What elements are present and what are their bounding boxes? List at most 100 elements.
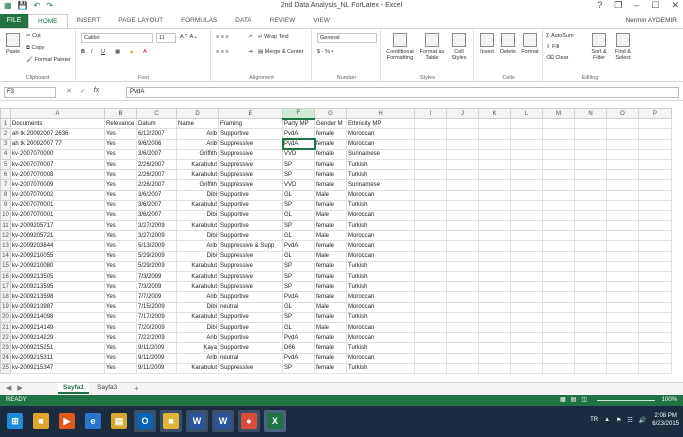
font-grow-icon[interactable]: A⌃ A⌄ [180,34,198,40]
cell-m11[interactable] [542,220,575,232]
tab-view[interactable]: VIEW [304,14,339,28]
cell-f18[interactable]: PvdA [282,291,315,303]
cell-j8[interactable] [446,189,479,201]
cell-e25[interactable]: Suppressive [218,362,283,374]
column-header-a[interactable]: A [10,108,105,120]
cell-m15[interactable] [542,260,575,273]
paste-button[interactable]: Paste [3,33,23,55]
cell-c22[interactable]: 7/22/2009 [136,332,177,344]
cell-p8[interactable] [638,189,672,201]
cell-n18[interactable] [574,291,607,303]
cell-d18[interactable]: Arib [176,291,219,303]
cell-c18[interactable]: 7/7/2009 [136,291,177,303]
cell-m4[interactable] [542,148,575,160]
cell-i11[interactable] [414,220,447,232]
cell-f15[interactable]: SP [282,260,315,273]
cell-j12[interactable] [446,230,479,242]
cell-e10[interactable]: Supportive [218,209,283,222]
cell-j10[interactable] [446,209,479,222]
cell-i19[interactable] [414,301,447,313]
page-layout-view-icon[interactable]: ▤ [571,395,577,406]
row-header[interactable]: 5 [0,158,11,171]
cell-j7[interactable] [446,179,479,191]
tab-review[interactable]: REVIEW [261,14,305,28]
cell-c25[interactable]: 9/11/2009 [136,362,177,374]
cell-g8[interactable]: Male [314,189,347,201]
cell-o10[interactable] [606,209,639,222]
cell-f12[interactable]: GL [282,230,315,242]
cell-k6[interactable] [478,169,511,181]
cell-g5[interactable]: female [314,158,347,171]
cell-m19[interactable] [542,301,575,313]
cell-p12[interactable] [638,230,672,242]
spreadsheet-grid[interactable]: ABCDEFGHIJKLMNOP 1 Documents Relevance Datu… [0,108,683,380]
column-header-c[interactable]: C [136,108,177,120]
cell-n23[interactable] [574,342,607,354]
format-painter-button[interactable]: 🖌 Format Painter [26,57,71,63]
cell-f11[interactable]: SP [282,220,315,232]
cell-o23[interactable] [606,342,639,354]
flag-icon[interactable]: ⚑ [616,417,621,424]
cell-k1[interactable] [478,118,511,130]
cell-a23[interactable]: kv-2009215251 [10,342,105,354]
cell-l1[interactable] [510,118,543,130]
clock[interactable]: 2:08 PM 6/23/2015 [652,412,679,428]
cell-a13[interactable]: kv-2009203844 [10,240,105,252]
cell-b9[interactable]: Yes [104,199,137,211]
cell-f21[interactable]: GL [282,321,315,334]
cell-l3[interactable] [510,138,543,150]
cell-m24[interactable] [542,352,575,364]
cell-c15[interactable]: 5/29/2009 [136,260,177,273]
row-header[interactable]: 6 [0,169,11,181]
cell-o1[interactable] [606,118,639,130]
cell-m22[interactable] [542,332,575,344]
taskbar-app-button[interactable]: ▤ [108,410,130,432]
zoom-slider[interactable] [597,400,655,401]
cell-f25[interactable]: SP [282,362,315,374]
cell-g14[interactable]: Male [314,250,347,262]
cell-o2[interactable] [606,128,639,140]
cell-k16[interactable] [478,270,511,283]
row-header[interactable]: 13 [0,240,11,252]
cell-e17[interactable]: Suppressive [218,281,283,293]
tab-data[interactable]: DATA [226,14,260,28]
cell-a6[interactable]: kv-2007070008 [10,169,105,181]
cell-f4[interactable]: VVD [282,148,315,160]
cell-m17[interactable] [542,281,575,293]
cell-c3[interactable]: 9/6/2006 [136,138,177,150]
cell-o20[interactable] [606,311,639,323]
cell-k20[interactable] [478,311,511,323]
indent-icon[interactable]: ⇥ [248,49,253,55]
cell-g17[interactable]: female [314,281,347,293]
cell-i14[interactable] [414,250,447,262]
cell-m25[interactable] [542,362,575,374]
taskbar-app-button[interactable]: O [134,410,156,432]
cell-i7[interactable] [414,179,447,191]
cell-n24[interactable] [574,352,607,364]
cell-o24[interactable] [606,352,639,364]
cell-j1[interactable] [446,118,479,130]
cell-p25[interactable] [638,362,672,374]
clear-button[interactable]: ⌫ Clear [546,55,568,61]
fill-button[interactable]: ⇩ Fill [546,44,559,50]
cell-n10[interactable] [574,209,607,222]
cell-o21[interactable] [606,321,639,334]
cell-n15[interactable] [574,260,607,273]
cell-n19[interactable] [574,301,607,313]
cell-e12[interactable]: Supportive [218,230,283,242]
number-format-buttons[interactable]: $ - % • [317,49,333,55]
cell-a15[interactable]: kv-2009210080 [10,260,105,273]
cell-f14[interactable]: GL [282,250,315,262]
cell-d4[interactable]: Griffith [176,148,219,160]
row-header[interactable]: 3 [0,138,11,150]
tab-home[interactable]: HOME [28,14,68,28]
cell-e6[interactable]: Suppressive [218,169,283,181]
cell-d17[interactable]: Karabulut [176,281,219,293]
cell-k13[interactable] [478,240,511,252]
cell-l19[interactable] [510,301,543,313]
taskbar-app-button[interactable]: X [264,410,286,432]
cell-j15[interactable] [446,260,479,273]
cell-g6[interactable]: female [314,169,347,181]
row-header[interactable]: 7 [0,179,11,191]
cell-h7[interactable]: Surinamese [346,179,415,191]
